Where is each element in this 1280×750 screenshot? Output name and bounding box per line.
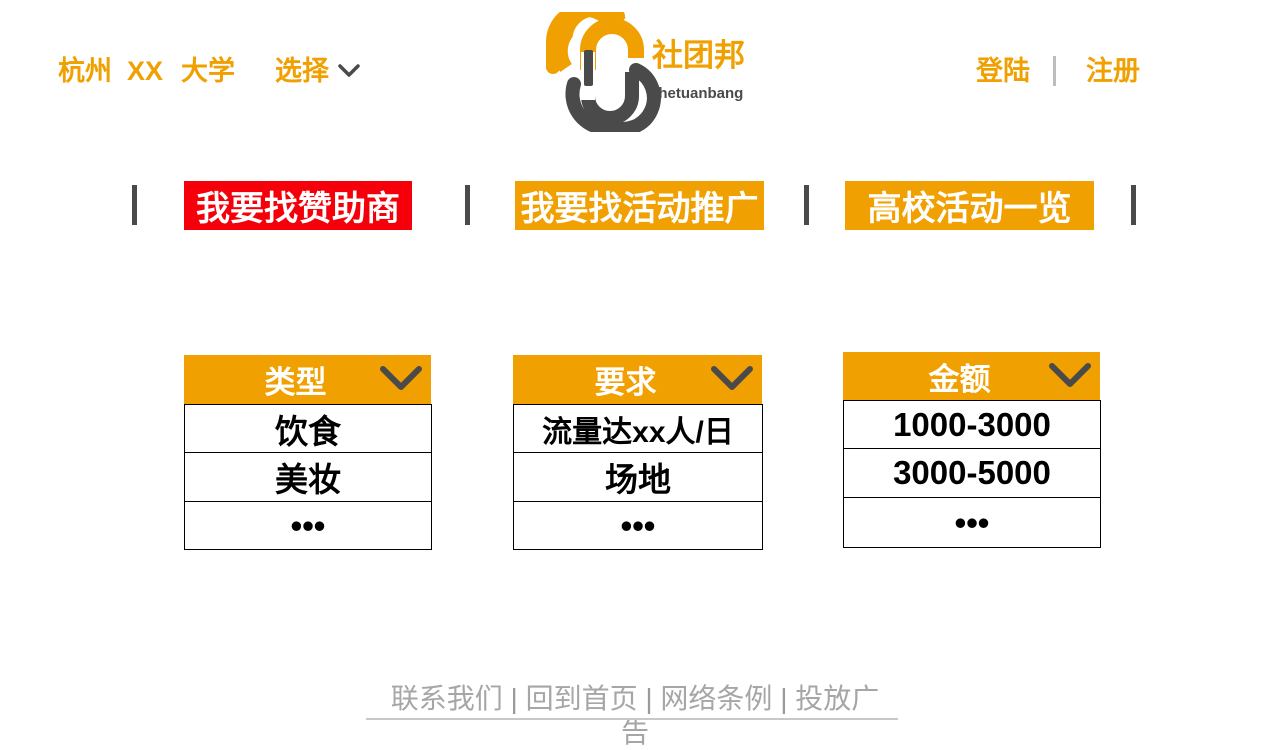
filter-option[interactable]: 美妆	[184, 453, 432, 502]
filter-title: 要求	[594, 365, 657, 400]
filter-amount-header[interactable]: 金额	[843, 352, 1100, 400]
chevron-down-icon	[711, 366, 753, 390]
tab-find-promotion[interactable]: 我要找活动推广	[515, 181, 764, 230]
nav-divider	[804, 185, 809, 225]
tab-label: 我要找赞助商	[196, 190, 400, 228]
register-link[interactable]: 注册	[1086, 52, 1140, 90]
login-link[interactable]: 登陆	[976, 52, 1030, 90]
footer-links: 联系我们 | 回到首页 | 网络条例 | 投放广告	[385, 682, 885, 750]
chevron-down-icon	[338, 64, 360, 77]
footer-separator: |	[780, 683, 788, 714]
tab-find-sponsor[interactable]: 我要找赞助商	[184, 181, 412, 230]
brand-name-en: shetuanbang	[650, 85, 744, 102]
footer-separator: |	[510, 683, 518, 714]
tab-label: 高校活动一览	[867, 190, 1072, 228]
filter-option-more[interactable]: •••	[184, 502, 432, 550]
tab-campus-events[interactable]: 高校活动一览	[845, 181, 1094, 230]
filter-option-more[interactable]: •••	[843, 498, 1101, 548]
filter-option[interactable]: 3000-5000	[843, 449, 1101, 498]
filter-option[interactable]: 场地	[513, 453, 763, 502]
filter-title: 类型	[264, 365, 327, 400]
location-school-name: XX	[127, 56, 164, 86]
nav-divider	[465, 185, 470, 225]
nav-divider	[132, 185, 137, 225]
nav-divider	[1131, 185, 1136, 225]
footer-separator: |	[645, 683, 653, 714]
school-select-dropdown[interactable]: 选择	[275, 52, 361, 90]
brand-name-cn: 社团邦	[652, 38, 745, 73]
chevron-down-icon	[1049, 363, 1091, 387]
filter-option[interactable]: 流量达xx人/日	[513, 404, 763, 453]
tab-label: 我要找活动推广	[520, 190, 759, 228]
filter-type-header[interactable]: 类型	[184, 355, 431, 404]
location-school-type: 大学	[181, 56, 235, 86]
footer-link-home[interactable]: 回到首页	[526, 683, 638, 714]
select-label: 选择	[275, 56, 329, 86]
filter-option-more[interactable]: •••	[513, 502, 763, 550]
location-city: 杭州	[58, 56, 112, 86]
filter-option[interactable]: 1000-3000	[843, 400, 1101, 449]
filter-option[interactable]: 饮食	[184, 404, 432, 453]
footer-link-contact[interactable]: 联系我们	[391, 683, 503, 714]
filter-requirement-header[interactable]: 要求	[513, 355, 762, 404]
auth-separator	[1053, 56, 1056, 86]
chevron-down-icon	[380, 366, 422, 390]
filter-title: 金额	[928, 361, 991, 397]
footer-link-terms[interactable]: 网络条例	[660, 683, 772, 714]
